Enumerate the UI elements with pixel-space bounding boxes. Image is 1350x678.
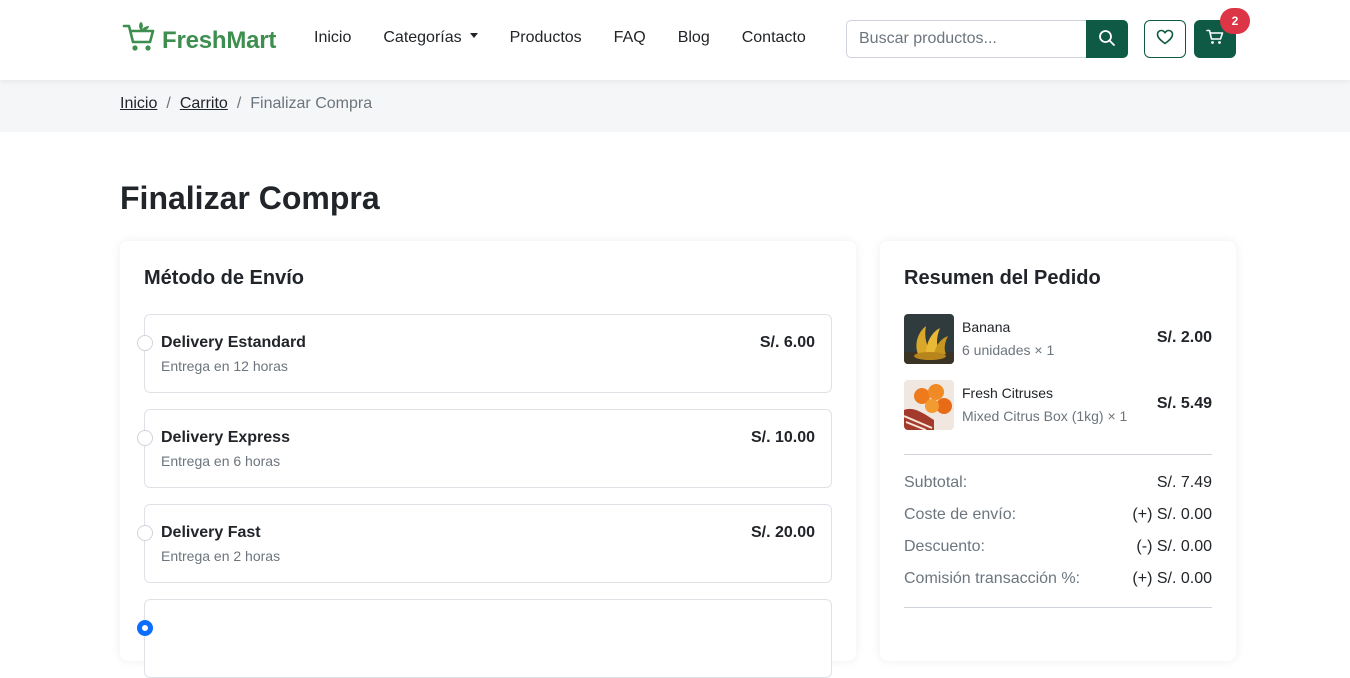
shipping-radio[interactable] <box>137 335 153 351</box>
summary-row-label: Coste de envío: <box>904 506 1017 523</box>
product-image-citrus <box>904 380 954 430</box>
summary-item-price: S/. 5.49 <box>1156 395 1212 412</box>
page-title: Finalizar Compra <box>120 180 380 216</box>
summary-item-qty: Mixed Citrus Box (1kg) × 1 <box>962 408 1128 424</box>
breadcrumb: Inicio / Carrito / Finalizar Compra <box>120 95 372 113</box>
summary-divider <box>904 454 1212 455</box>
summary-item-price: S/. 2.00 <box>1156 329 1212 346</box>
summary-row-label: Subtotal: <box>904 474 968 491</box>
summary-row-subtotal: Subtotal: S/. 7.49 <box>904 474 1212 492</box>
cart-icon <box>1206 29 1224 50</box>
shipping-option-desc: Entrega en 6 horas <box>161 453 281 469</box>
shipping-option-price: S/. 6.00 <box>759 334 815 351</box>
search-bar <box>846 20 1128 58</box>
chevron-down-icon <box>469 33 478 39</box>
shipping-option-standard[interactable]: Delivery Estandard Entrega en 12 horas S… <box>137 314 832 393</box>
search-icon <box>1098 29 1116 50</box>
cart-logo-icon <box>122 22 158 59</box>
search-input[interactable] <box>846 20 1086 58</box>
shipping-method-title: Método de Envío <box>144 267 304 289</box>
summary-row-value: (+) S/. 0.00 <box>1132 506 1212 523</box>
summary-row-shipping: Coste de envío: (+) S/. 0.00 <box>904 506 1212 524</box>
summary-row-value: S/. 7.49 <box>1156 474 1212 491</box>
order-summary-title: Resumen del Pedido <box>904 267 1101 289</box>
product-image-banana <box>904 314 954 364</box>
nav-categorias-label: Categorías <box>383 29 462 46</box>
breadcrumb-separator: / <box>236 95 242 112</box>
shipping-option-price: S/. 20.00 <box>750 524 815 541</box>
summary-row-label: Descuento: <box>904 538 985 555</box>
summary-row-value: (-) S/. 0.00 <box>1136 538 1212 555</box>
cart-count-badge: 2 <box>1220 8 1250 34</box>
shipping-option-fast[interactable]: Delivery Fast Entrega en 2 horas S/. 20.… <box>137 504 832 583</box>
shipping-radio-selected[interactable] <box>137 620 153 636</box>
shipping-option-selected[interactable] <box>137 599 832 678</box>
shipping-radio[interactable] <box>137 525 153 541</box>
shipping-option-name: Delivery Fast <box>161 524 261 541</box>
nav-categorias[interactable]: Categorías <box>383 29 478 47</box>
summary-divider <box>904 607 1212 608</box>
heart-icon <box>1156 29 1174 50</box>
shipping-option-name: Delivery Estandard <box>161 334 306 351</box>
breadcrumb-home-link[interactable]: Inicio <box>120 95 157 113</box>
nav-blog[interactable]: Blog <box>678 29 710 47</box>
shipping-option-price: S/. 10.00 <box>750 429 815 446</box>
summary-item: Banana 6 unidades × 1 S/. 2.00 <box>904 314 1212 364</box>
summary-row-commission: Comisión transacción %: (+) S/. 0.00 <box>904 570 1212 588</box>
nav-productos[interactable]: Productos <box>510 29 582 47</box>
shipping-method-card: Método de Envío Delivery Estandard Entre… <box>120 241 856 678</box>
breadcrumb-separator: / <box>166 95 171 112</box>
wishlist-button[interactable] <box>1144 20 1186 58</box>
shipping-option-desc: Entrega en 2 horas <box>161 548 281 564</box>
breadcrumb-cart-link[interactable]: Carrito <box>180 95 228 113</box>
summary-row-value: (+) S/. 0.00 <box>1132 570 1212 587</box>
nav-inicio[interactable]: Inicio <box>314 29 351 47</box>
summary-item: Fresh Citruses Mixed Citrus Box (1kg) × … <box>904 380 1212 430</box>
search-button[interactable] <box>1086 20 1128 58</box>
summary-row-discount: Descuento: (-) S/. 0.00 <box>904 538 1212 556</box>
shipping-option-express[interactable]: Delivery Express Entrega en 6 horas S/. … <box>137 409 832 488</box>
shipping-option-desc: Entrega en 12 horas <box>161 358 288 374</box>
breadcrumb-current: Finalizar Compra <box>250 95 373 112</box>
brand-name: FreshMart <box>162 26 277 54</box>
summary-item-name: Banana <box>962 319 1011 335</box>
navbar: FreshMart Inicio Categorías Productos FA… <box>0 0 1350 80</box>
summary-item-name: Fresh Citruses <box>962 385 1054 401</box>
nav-contacto[interactable]: Contacto <box>742 29 806 47</box>
nav-faq[interactable]: FAQ <box>614 29 646 47</box>
summary-row-label: Comisión transacción %: <box>904 570 1081 587</box>
shipping-radio[interactable] <box>137 430 153 446</box>
summary-item-qty: 6 unidades × 1 <box>962 342 1055 358</box>
main-nav: Inicio Categorías Productos FAQ Blog Con… <box>314 29 838 47</box>
breadcrumb-bar: Inicio / Carrito / Finalizar Compra <box>0 80 1350 132</box>
logo[interactable]: FreshMart <box>122 22 276 59</box>
order-summary-card: Resumen del Pedido Banana 6 unidades × 1… <box>880 241 1236 661</box>
shipping-option-name: Delivery Express <box>161 429 290 446</box>
